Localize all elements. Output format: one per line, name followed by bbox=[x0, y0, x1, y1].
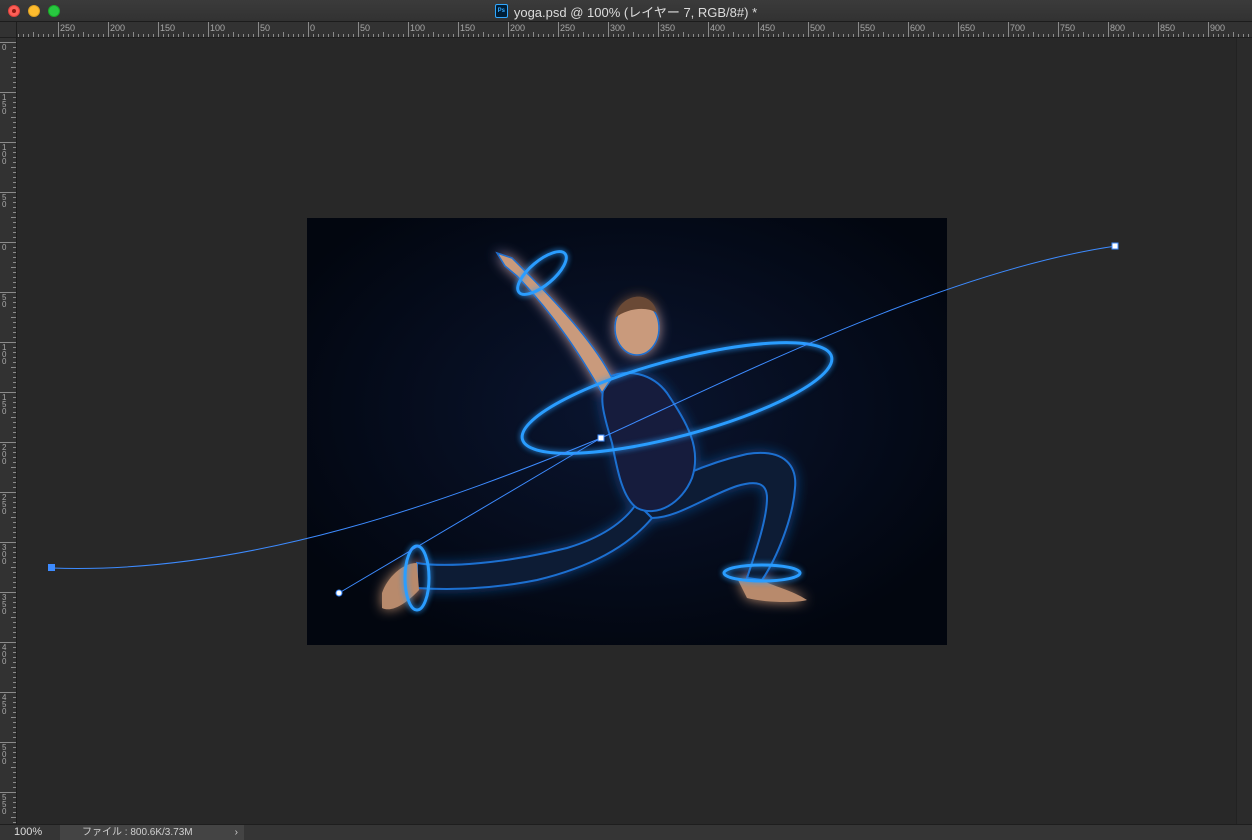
yoga-artwork bbox=[307, 218, 947, 645]
ruler-h-label: 0 bbox=[310, 23, 316, 33]
ruler-h-label: 850 bbox=[1160, 23, 1176, 33]
ruler-h-label: 300 bbox=[610, 23, 626, 33]
ruler-v-label: 500 bbox=[2, 743, 7, 766]
file-info-text: ファイル : 800.6K/3.73M bbox=[82, 827, 193, 838]
ruler-h-label: 800 bbox=[1110, 23, 1126, 33]
ruler-v-label: 450 bbox=[2, 693, 7, 716]
ruler-origin[interactable] bbox=[0, 22, 17, 38]
ruler-v-label: 0 bbox=[2, 43, 7, 52]
ruler-h-label: 750 bbox=[1060, 23, 1076, 33]
document-title: yoga.psd @ 100% (レイヤー 7, RGB/8#) * bbox=[513, 4, 758, 20]
ruler-h-label: 250 bbox=[60, 23, 76, 33]
title-wrap: Ps yoga.psd @ 100% (レイヤー 7, RGB/8#) * bbox=[0, 0, 1252, 22]
ruler-v-label: 250 bbox=[2, 493, 7, 516]
chevron-right-icon[interactable]: › bbox=[235, 825, 238, 840]
ruler-h-label: 350 bbox=[660, 23, 676, 33]
ruler-h-label: 50 bbox=[260, 23, 271, 33]
status-bar: 100% ファイル : 800.6K/3.73M › bbox=[0, 824, 1252, 840]
ruler-v-label: 0 bbox=[2, 243, 7, 252]
photoshop-icon: Ps bbox=[494, 4, 508, 18]
ruler-h-label: 150 bbox=[160, 23, 176, 33]
horizontal-ruler[interactable]: 250 200 150 100 50 0 50 100 150 200 250 300 350 400 45… bbox=[17, 22, 1252, 38]
ruler-v-label: 150 bbox=[2, 93, 7, 116]
ruler-v-label: 100 bbox=[2, 143, 7, 166]
ruler-h-label: 200 bbox=[510, 23, 526, 33]
vertical-ruler[interactable]: 0 150 100 50 0 50 100 150 200 250 300 350 400 450 500 5… bbox=[0, 38, 17, 824]
ruler-h-label: 250 bbox=[560, 23, 576, 33]
ruler-h-label: 100 bbox=[210, 23, 226, 33]
ruler-h-label: 600 bbox=[910, 23, 926, 33]
ruler-h-label: 200 bbox=[110, 23, 126, 33]
ruler-v-label: 550 bbox=[2, 793, 7, 816]
title-bar: Ps yoga.psd @ 100% (レイヤー 7, RGB/8#) * bbox=[0, 0, 1252, 22]
ruler-h-label: 100 bbox=[410, 23, 426, 33]
ruler-h-label: 650 bbox=[960, 23, 976, 33]
vertical-scrollbar[interactable] bbox=[1236, 38, 1252, 824]
ruler-v-label: 100 bbox=[2, 343, 7, 366]
ruler-v-label: 200 bbox=[2, 443, 7, 466]
zoom-level[interactable]: 100% bbox=[14, 826, 42, 838]
ruler-v-label: 150 bbox=[2, 393, 7, 416]
ruler-v-label: 300 bbox=[2, 543, 7, 566]
ruler-v-label: 350 bbox=[2, 593, 7, 616]
ruler-v-label: 50 bbox=[2, 193, 7, 209]
ruler-h-label: 400 bbox=[710, 23, 726, 33]
file-info-field[interactable]: ファイル : 800.6K/3.73M › bbox=[60, 825, 244, 840]
ruler-h-label: 150 bbox=[460, 23, 476, 33]
ruler-h-label: 700 bbox=[1010, 23, 1026, 33]
ruler-v-label: 50 bbox=[2, 293, 7, 309]
ruler-h-label: 550 bbox=[860, 23, 876, 33]
ruler-h-label: 500 bbox=[810, 23, 826, 33]
ruler-v-label: 400 bbox=[2, 643, 7, 666]
ruler-h-label: 450 bbox=[760, 23, 776, 33]
ruler-h-label: 50 bbox=[360, 23, 371, 33]
ruler-h-label: 900 bbox=[1210, 23, 1226, 33]
document-canvas[interactable] bbox=[307, 218, 947, 645]
